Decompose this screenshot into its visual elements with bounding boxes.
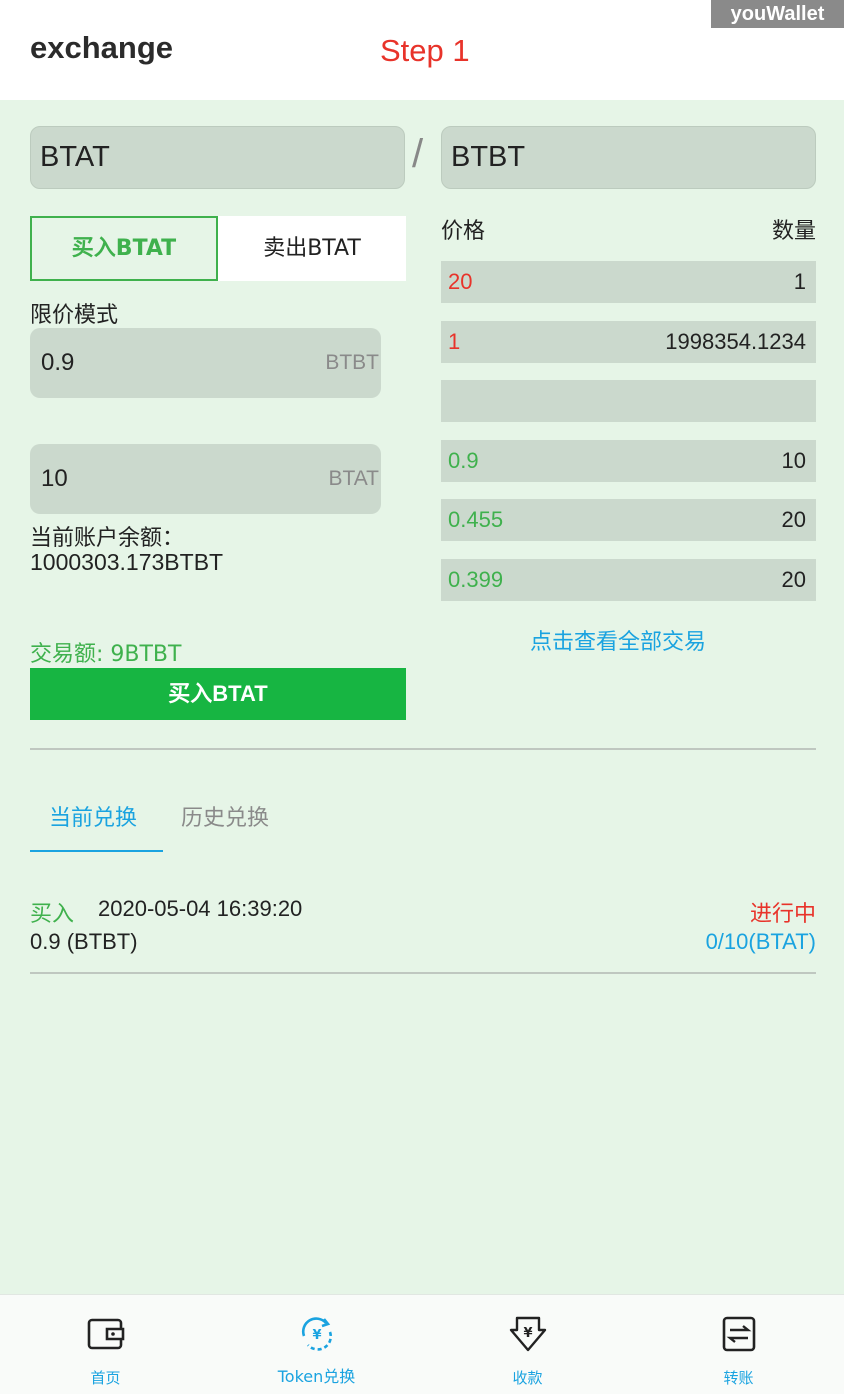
exchange-icon: ¥ [302,1317,332,1351]
tab-buy[interactable]: 买入BTAT [30,216,218,281]
tab-sell[interactable]: 卖出BTAT [218,216,406,281]
limit-mode-label: 限价模式 [30,303,119,328]
svg-text:¥: ¥ [312,1328,321,1343]
wallet-icon [87,1318,125,1350]
order-price: 0.9 (BTBT) [30,929,138,954]
receive-icon: ¥ [509,1316,547,1352]
orderbook-price: 1 [448,329,461,354]
balance-label: 当前账户余额： [30,526,185,551]
orderbook-buy-row[interactable]: 0.455 20 [441,499,816,541]
price-value: 0.9 [41,349,75,376]
orderbook-qty: 20 [781,507,806,532]
active-tab-indicator [30,850,163,852]
nav-label: 首页 [90,1369,121,1387]
orderbook-qty: 10 [781,448,806,473]
page-title: exchange [30,30,174,65]
nav-label: 转账 [723,1369,754,1387]
orderbook-qty-header: 数量 [771,219,816,244]
top-bar: exchange Step 1 youWallet [0,0,844,100]
amount-input[interactable]: 10 BTAT [30,444,381,514]
quote-token-selector[interactable]: BTBT [441,126,816,189]
nav-transfer[interactable]: 转账 [633,1295,844,1394]
section-divider [30,748,816,750]
orderbook-price-header: 价格 [441,219,486,244]
order-progress: 0/10(BTAT) [705,929,816,954]
base-token-selector[interactable]: BTAT [30,126,405,189]
orderbook-price: 20 [448,269,473,294]
tab-current-orders[interactable]: 当前兑换 [49,800,137,832]
orderbook-qty: 20 [781,567,806,592]
price-input[interactable]: 0.9 BTBT [30,328,381,398]
step-label: Step 1 [380,33,470,68]
orderbook-qty: 1 [793,269,806,294]
transfer-icon [722,1316,756,1352]
order-status: 进行中 [749,902,816,927]
svg-text:¥: ¥ [523,1326,532,1341]
bottom-nav: 首页 ¥ Token兑换 ¥ 收款 转账 [0,1294,844,1394]
trade-amount: 交易额: 9BTBT [30,642,182,667]
orderbook-sell-row[interactable]: 20 1 [441,261,816,303]
order-side: 买入 [30,902,75,927]
order-time: 2020-05-04 16:39:20 [98,896,303,921]
nav-token-exchange[interactable]: ¥ Token兑换 [211,1295,422,1394]
orderbook-empty-row [441,380,816,422]
amount-value: 10 [41,465,68,492]
orderbook-buy-row[interactable]: 0.9 10 [441,440,816,482]
watermark: youWallet [711,0,844,28]
orderbook-buy-row[interactable]: 0.399 20 [441,559,816,601]
pair-separator: / [412,132,424,176]
nav-home[interactable]: 首页 [0,1295,211,1394]
amount-unit: BTAT [328,467,379,490]
orderbook-price: 0.455 [448,507,504,532]
balance-value: 1000303.173BTBT [30,549,224,575]
price-unit: BTBT [325,351,379,374]
nav-label: 收款 [512,1369,543,1387]
view-all-trades-link[interactable]: 点击查看全部交易 [530,624,706,656]
buy-button[interactable]: 买入BTAT [30,668,406,720]
order-divider [30,972,816,974]
tab-history-orders[interactable]: 历史兑换 [181,800,269,832]
nav-receive[interactable]: ¥ 收款 [422,1295,633,1394]
nav-label: Token兑换 [277,1367,356,1386]
orderbook-sell-row[interactable]: 1 1998354.1234 [441,321,816,363]
orderbook-qty: 1998354.1234 [665,329,806,354]
orderbook-price: 0.399 [448,567,504,592]
orderbook-price: 0.9 [448,448,479,473]
